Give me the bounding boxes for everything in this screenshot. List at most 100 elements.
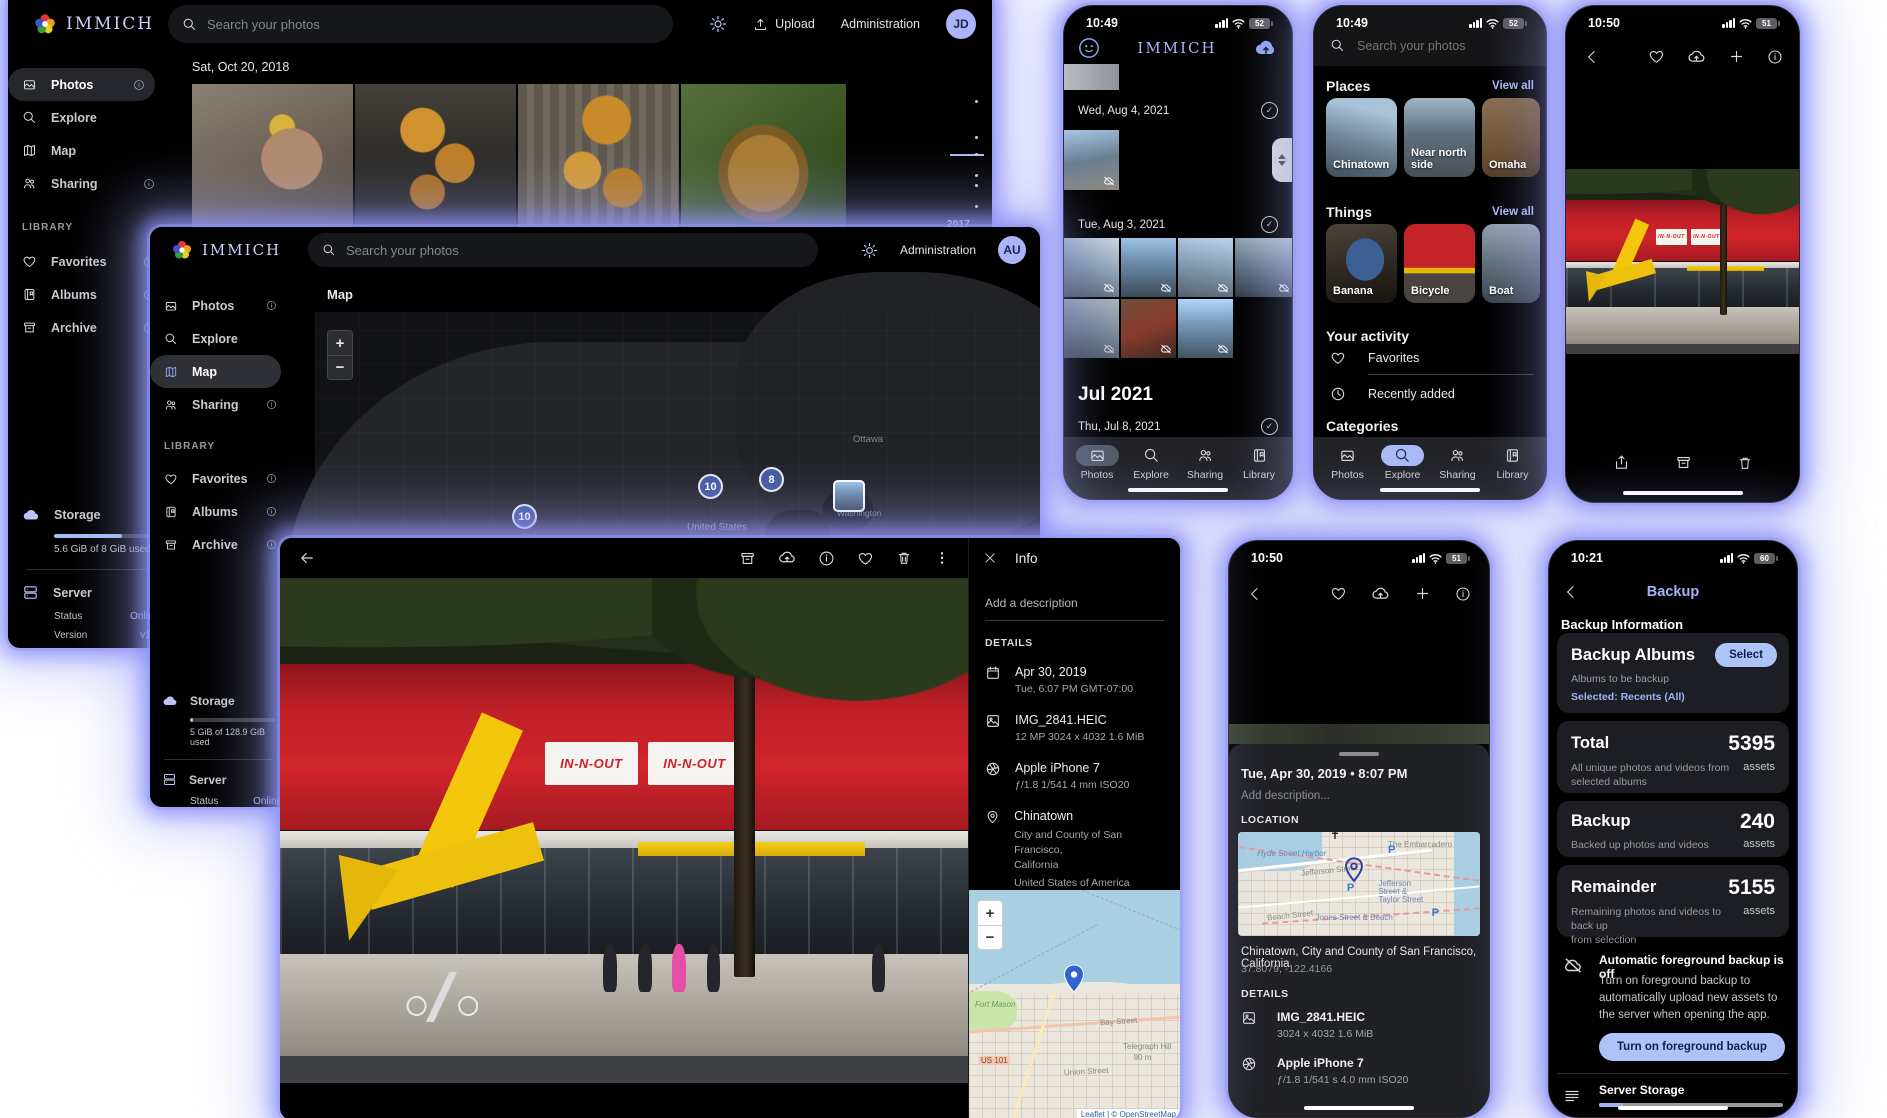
- zoom-out-button[interactable]: −: [328, 355, 352, 379]
- photo-thumbnail[interactable]: [1064, 64, 1119, 90]
- plus-icon[interactable]: [1728, 48, 1745, 65]
- location-map[interactable]: Jefferson Street The Embarcadero Hyde St…: [1238, 832, 1480, 936]
- nav-sharing[interactable]: Sharing: [1436, 445, 1479, 481]
- sidebar-item-favorites[interactable]: Favorites: [8, 245, 165, 278]
- activity-favorites[interactable]: Favorites: [1330, 350, 1419, 366]
- info-icon[interactable]: [818, 550, 835, 567]
- sidebar-item-photos[interactable]: Photos: [8, 68, 155, 101]
- search-bar[interactable]: [168, 5, 673, 43]
- immich-logo[interactable]: IMMICH: [150, 238, 300, 262]
- zoom-in-button[interactable]: +: [978, 901, 1002, 925]
- photo-sliver[interactable]: [1229, 724, 1489, 744]
- heart-icon[interactable]: [1330, 585, 1347, 602]
- photo-thumbnail[interactable]: [1178, 299, 1233, 358]
- place-card[interactable]: Near north side: [1404, 98, 1475, 177]
- profile-avatar-icon[interactable]: [1078, 37, 1100, 59]
- select-button[interactable]: Select: [1715, 643, 1777, 667]
- description-input[interactable]: Add description...: [1241, 790, 1330, 802]
- photo-thumbnail[interactable]: [681, 84, 846, 228]
- nav-library[interactable]: Library: [1491, 445, 1534, 481]
- home-indicator[interactable]: [1623, 491, 1743, 495]
- photo-in-n-out[interactable]: IN-N-OUT IN-N-OUT: [1566, 169, 1799, 354]
- places-view-all[interactable]: View all: [1492, 80, 1534, 92]
- nav-search[interactable]: Explore: [1381, 445, 1424, 481]
- place-card[interactable]: Chinatown: [1326, 98, 1397, 177]
- theme-sun-icon[interactable]: [709, 15, 727, 33]
- info-icon[interactable]: [1767, 49, 1783, 65]
- thing-card[interactable]: Banana: [1326, 224, 1397, 303]
- map-photo-marker[interactable]: [833, 480, 865, 512]
- timeline-marker[interactable]: [950, 154, 984, 156]
- map-cluster[interactable]: 10: [698, 474, 723, 499]
- cloud-upload-icon[interactable]: [1371, 585, 1390, 602]
- photo-in-n-out[interactable]: IN-N-OUT IN-N-OUT: [280, 578, 968, 1083]
- cloud-upload-icon[interactable]: [778, 549, 796, 567]
- photo-thumbnail[interactable]: [1064, 130, 1119, 190]
- map-cluster[interactable]: 10: [512, 504, 537, 529]
- home-indicator[interactable]: [1380, 488, 1480, 492]
- share-icon[interactable]: [1613, 454, 1630, 471]
- info-icon[interactable]: [266, 506, 277, 517]
- sidebar-item-photos[interactable]: Photos: [150, 289, 287, 322]
- home-indicator[interactable]: [1304, 1106, 1414, 1110]
- map-zoom-control[interactable]: + −: [327, 330, 353, 380]
- photo-thumbnail[interactable]: [1064, 238, 1119, 297]
- back-arrow-icon[interactable]: [298, 549, 316, 567]
- home-indicator[interactable]: [1618, 1106, 1728, 1110]
- trash-icon[interactable]: [1737, 455, 1753, 471]
- photo-thumbnail[interactable]: [1178, 238, 1233, 297]
- map-zoom-control[interactable]: + −: [977, 900, 1003, 950]
- nav-sharing[interactable]: Sharing: [1184, 445, 1227, 481]
- backup-cloud-icon[interactable]: [1254, 38, 1278, 58]
- search-bar[interactable]: [1330, 38, 1530, 53]
- search-input[interactable]: [1357, 39, 1527, 53]
- scrollbar-handle[interactable]: [1272, 138, 1292, 182]
- select-check-icon[interactable]: [1261, 418, 1278, 435]
- sidebar-item-sharing[interactable]: Sharing: [8, 167, 165, 200]
- heart-icon[interactable]: [857, 550, 874, 567]
- thing-card[interactable]: Bicycle: [1404, 224, 1475, 303]
- info-icon[interactable]: [266, 473, 277, 484]
- trash-icon[interactable]: [896, 550, 912, 566]
- info-icon[interactable]: [143, 178, 155, 190]
- photo-thumbnail[interactable]: [1121, 238, 1176, 297]
- upload-button[interactable]: Upload: [753, 17, 815, 32]
- nav-search[interactable]: Explore: [1130, 445, 1173, 481]
- immich-logo[interactable]: IMMICH: [8, 11, 168, 37]
- photo-thumbnail[interactable]: [518, 84, 679, 228]
- search-input[interactable]: [207, 17, 636, 32]
- info-map[interactable]: Fort Mason US 101 Bay Street Union Stree…: [969, 890, 1180, 1118]
- thing-card[interactable]: Boat: [1482, 224, 1540, 303]
- select-check-icon[interactable]: [1261, 102, 1278, 119]
- sidebar-item-archive[interactable]: Archive: [150, 528, 287, 561]
- map-cluster[interactable]: 8: [759, 467, 784, 492]
- zoom-in-button[interactable]: +: [328, 331, 352, 355]
- sidebar-item-albums[interactable]: Albums: [150, 495, 287, 528]
- nav-photos[interactable]: Photos: [1326, 445, 1369, 481]
- info-icon[interactable]: [266, 300, 277, 311]
- map-pin-icon[interactable]: [1062, 964, 1086, 994]
- info-icon[interactable]: [1455, 586, 1471, 602]
- administration-link[interactable]: Administration: [900, 243, 976, 257]
- nav-library[interactable]: Library: [1238, 445, 1281, 481]
- sidebar-item-explore[interactable]: Explore: [8, 101, 165, 134]
- photo-thumbnail[interactable]: [1064, 299, 1119, 358]
- theme-sun-icon[interactable]: [861, 242, 878, 259]
- heart-icon[interactable]: [1648, 48, 1665, 65]
- photo-thumbnail[interactable]: [1235, 238, 1293, 297]
- avatar[interactable]: JD: [946, 9, 976, 39]
- sidebar-item-favorites[interactable]: Favorites: [150, 462, 287, 495]
- activity-recently-added[interactable]: Recently added: [1330, 386, 1455, 402]
- place-card[interactable]: Omaha: [1482, 98, 1540, 177]
- sidebar-item-explore[interactable]: Explore: [150, 322, 287, 355]
- close-icon[interactable]: [983, 551, 997, 565]
- archive-icon[interactable]: [739, 550, 756, 567]
- sidebar-item-map[interactable]: Map: [150, 355, 281, 388]
- info-icon[interactable]: [266, 539, 277, 550]
- cloud-upload-icon[interactable]: [1687, 48, 1706, 65]
- zoom-out-button[interactable]: −: [978, 925, 1002, 949]
- back-chevron-icon[interactable]: [1584, 49, 1600, 65]
- search-input[interactable]: [346, 243, 780, 258]
- photo-thumbnail[interactable]: [1121, 299, 1176, 358]
- sidebar-item-map[interactable]: Map: [8, 134, 165, 167]
